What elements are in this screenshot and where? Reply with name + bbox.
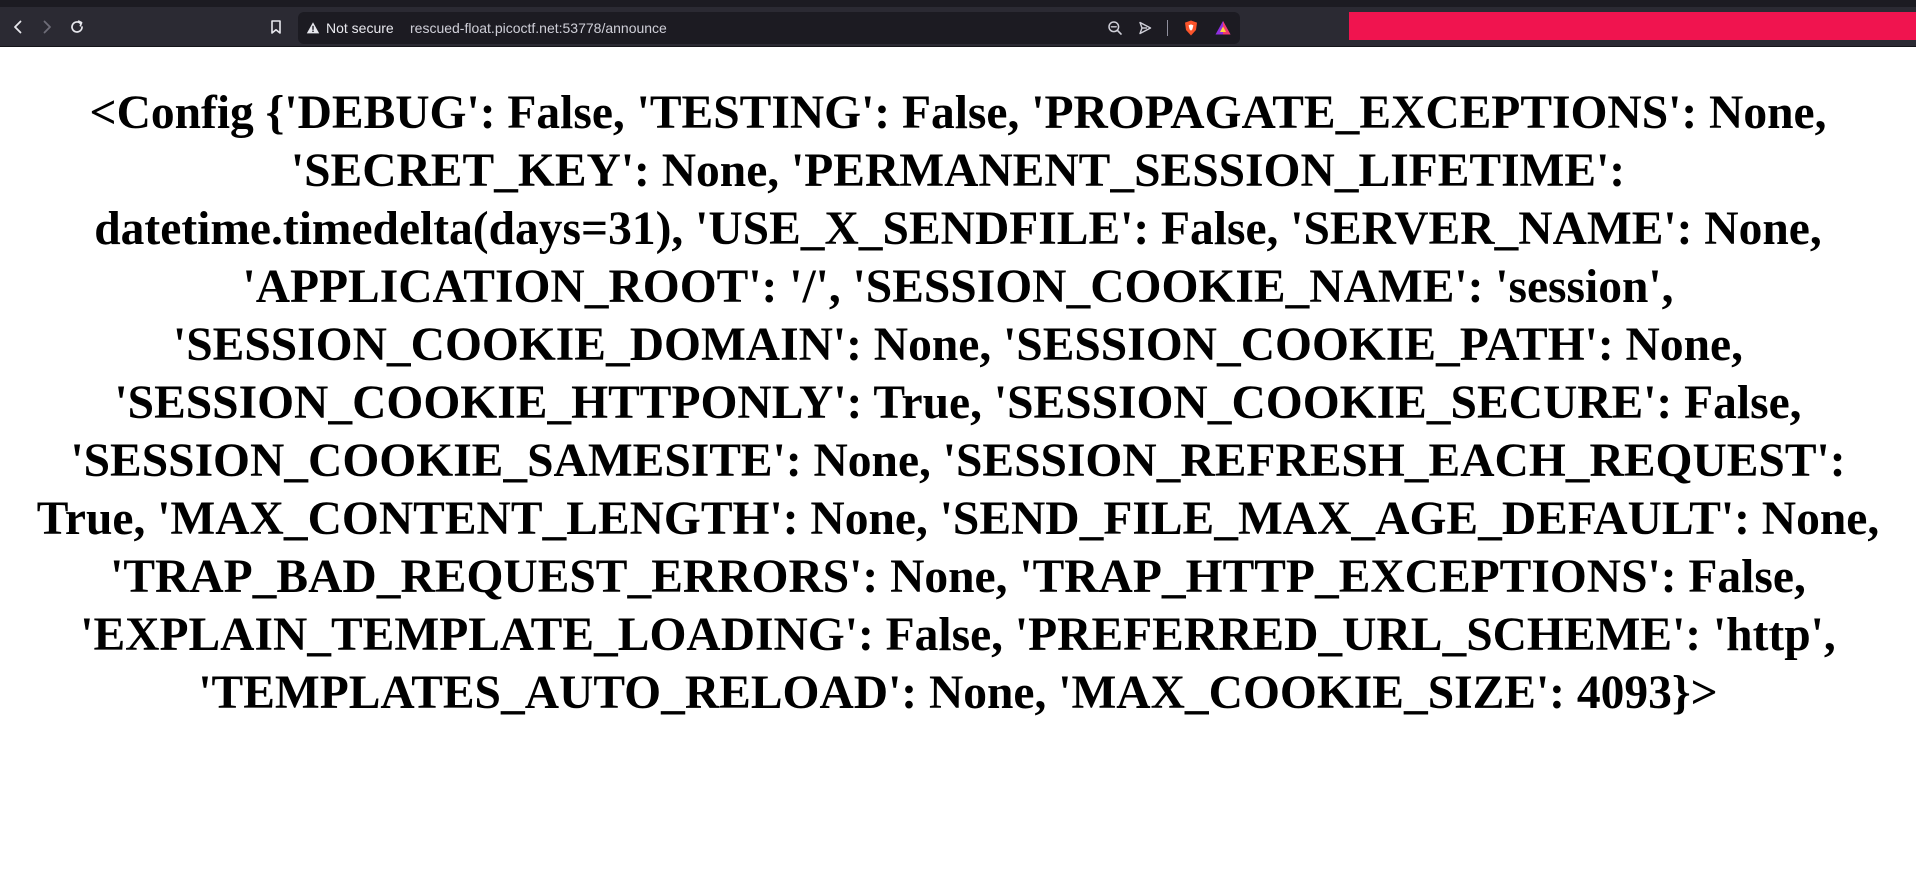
- address-bar[interactable]: Not secure rescued-float.picoctf.net:537…: [298, 12, 1240, 44]
- url-text[interactable]: rescued-float.picoctf.net:53778/announce: [410, 12, 667, 44]
- send-icon[interactable]: [1137, 20, 1153, 36]
- accent-banner: [1349, 12, 1916, 40]
- page-content: <Config {'DEBUG': False, 'TESTING': Fals…: [0, 48, 1916, 886]
- brave-shields-icon[interactable]: [1182, 19, 1200, 37]
- browser-top-strip: [0, 0, 1916, 7]
- forward-button[interactable]: [33, 13, 61, 41]
- warning-triangle-icon: [306, 22, 320, 34]
- security-label: Not secure: [326, 20, 394, 36]
- bookmark-icon: [271, 20, 281, 34]
- reload-button[interactable]: [63, 13, 91, 41]
- chevron-right-icon: [43, 20, 51, 34]
- brave-rewards-icon[interactable]: [1214, 19, 1232, 37]
- site-security-indicator[interactable]: Not secure: [306, 12, 394, 44]
- back-button[interactable]: [4, 13, 32, 41]
- zoom-out-icon[interactable]: [1107, 20, 1123, 36]
- divider: [1167, 20, 1168, 36]
- browser-toolbar: Not secure rescued-float.picoctf.net:537…: [0, 7, 1916, 47]
- bookmark-button[interactable]: [262, 13, 290, 41]
- chevron-left-icon: [14, 20, 22, 34]
- config-output: <Config {'DEBUG': False, 'TESTING': Fals…: [36, 87, 1880, 719]
- reload-icon: [71, 20, 83, 33]
